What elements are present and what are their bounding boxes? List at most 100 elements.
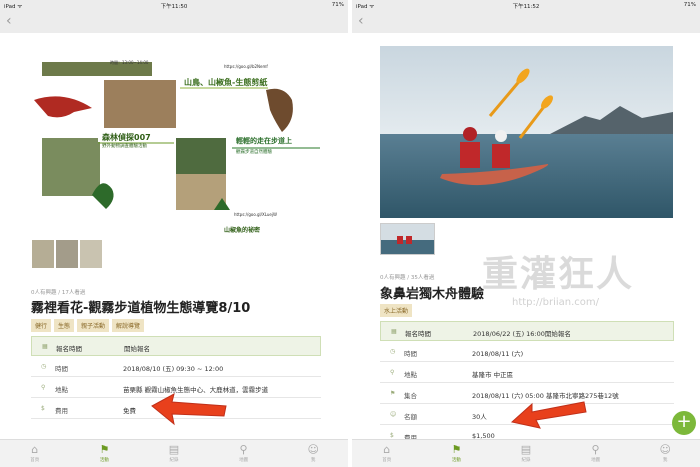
tab-label: 紀錄 — [169, 458, 179, 463]
info-key: 集合 — [404, 392, 417, 400]
tag-list: 水上活動 — [380, 304, 413, 317]
watermark-text: 重灌狂人 — [482, 254, 635, 295]
map-pin-icon: ⚲ — [239, 443, 248, 456]
tab-events[interactable]: ⚑ 活動 — [436, 440, 476, 467]
clock-icon: ◷ — [41, 363, 47, 370]
tab-me[interactable]: ☺ 我 — [293, 440, 333, 467]
tab-me[interactable]: ☺ 我 — [645, 440, 685, 467]
tag[interactable]: 健行 — [31, 319, 52, 332]
poster-art — [34, 60, 320, 240]
status-bar: iPad ᯤ 下午11:50 71% — [0, 0, 348, 11]
clock: 下午11:52 — [512, 4, 540, 10]
bottom-tab-bar: ⌂ 首頁 ⚑ 活動 ▤ 紀錄 ⚲ 地圖 ☺ 我 — [352, 439, 700, 467]
tab-label: 我 — [662, 458, 668, 463]
info-key: 報名時間 — [405, 330, 431, 338]
tag-list: 健行 生態 親子活動 解說導覽 — [31, 319, 145, 332]
calendar-icon: ▦ — [391, 328, 397, 335]
poster-time-text: 時間：13:00~14:00 — [110, 60, 149, 65]
map-pin-icon: ⚲ — [591, 443, 600, 456]
event-card: 時間：13:00~14:00 山鳥、山椒魚-生態剪紙 https://goo.g… — [0, 33, 348, 439]
tab-records[interactable]: ▤ 紀錄 — [154, 440, 194, 467]
poster-heading-3: 輕輕的走在步道上 — [236, 137, 292, 145]
view-count: 0人有興趣 / 35人看過 — [380, 275, 435, 281]
left-screen: iPad ᯤ 下午11:50 71% ‹ 時間：13:00~14:00 山鳥、山… — [0, 0, 348, 467]
tab-label: 首頁 — [30, 458, 40, 463]
tab-map[interactable]: ⚲ 地圖 — [224, 440, 264, 467]
thumbnail-3[interactable] — [80, 240, 102, 268]
right-screen: iPad ᯤ 下午11:52 71% ‹ 0人有興趣 / 35人看過 象鼻岩獨木… — [352, 0, 700, 467]
tab-home[interactable]: ⌂ 首頁 — [15, 440, 55, 467]
dollar-icon: $ — [390, 432, 394, 439]
notes-icon: ▤ — [168, 443, 180, 456]
tab-label: 紀錄 — [521, 458, 531, 463]
tag[interactable]: 水上活動 — [380, 304, 413, 317]
poster-subheading-3: 觀霧步道自然體驗 — [236, 150, 272, 155]
back-chevron-icon[interactable]: ‹ — [6, 13, 12, 29]
tab-label: 地圖 — [591, 458, 601, 463]
info-row-time: ◷ 時間 2018/08/11 (六) — [380, 342, 674, 362]
flag-icon: ⚑ — [390, 390, 396, 397]
poster-link-1: https://goo.gl/b2Nemf — [224, 64, 268, 69]
info-key: 時間 — [404, 350, 417, 358]
tab-label: 活動 — [451, 458, 461, 463]
info-row-time: ◷ 時間 2018/08/10 (五) 09:30 ~ 12:00 — [31, 357, 321, 377]
info-row-registration: ▦ 報名時間 開始報名 — [31, 336, 321, 356]
nav-bar: ‹ — [352, 11, 700, 33]
home-icon: ⌂ — [31, 443, 39, 456]
people-icon: ☺ — [390, 411, 397, 418]
tag[interactable]: 生態 — [54, 319, 75, 332]
add-button[interactable]: + — [672, 411, 696, 435]
annotation-arrow — [151, 393, 227, 426]
event-title: 象鼻岩獨木舟體驗 — [380, 287, 485, 302]
event-poster[interactable]: 時間：13:00~14:00 山鳥、山椒魚-生態剪紙 https://goo.g… — [34, 60, 320, 240]
tab-events[interactable]: ⚑ 活動 — [84, 440, 124, 467]
info-value: 開始報名 — [124, 345, 150, 353]
event-card: 0人有興趣 / 35人看過 象鼻岩獨木舟體驗 水上活動 ▦ 報名時間 2018/… — [352, 33, 700, 446]
battery-label: 71% — [331, 2, 344, 8]
back-chevron-icon[interactable]: ‹ — [358, 13, 364, 29]
info-key: 費用 — [55, 407, 68, 415]
thumbnail-1[interactable] — [32, 240, 54, 268]
poster-heading-2: 森林偵探007 — [102, 133, 151, 142]
tab-label: 首頁 — [382, 458, 392, 463]
info-key: 地點 — [55, 386, 68, 394]
kayak-photo — [380, 46, 673, 218]
info-value[interactable]: 基隆市 中正區 — [472, 369, 513, 379]
kayak-thumbnail — [381, 224, 434, 254]
tag[interactable]: 親子活動 — [77, 319, 110, 332]
image-thumbnails — [32, 240, 102, 268]
info-row-registration: ▦ 報名時間 2018/06/22 (五) 16:00開始報名 — [380, 321, 674, 341]
map-pin-icon: ⚲ — [41, 384, 46, 391]
watermark-url: http://briian.com/ — [512, 297, 600, 308]
home-icon: ⌂ — [383, 443, 391, 456]
nav-bar: ‹ — [0, 11, 348, 33]
dollar-icon: $ — [41, 405, 45, 412]
thumbnail-1[interactable] — [380, 223, 435, 255]
info-row-location: ⚲ 地點 基隆市 中正區 — [380, 363, 674, 383]
thumbnail-2[interactable] — [56, 240, 78, 268]
notes-icon: ▤ — [520, 443, 532, 456]
person-icon: ☺ — [307, 443, 319, 456]
annotation-arrow — [510, 401, 587, 429]
event-title: 霧裡看花-觀霧步道植物生態導覽8/10 — [31, 301, 251, 316]
info-value: 2018/08/10 (五) 09:30 ~ 12:00 — [123, 365, 224, 373]
tab-home[interactable]: ⌂ 首頁 — [367, 440, 407, 467]
tab-label: 地圖 — [239, 458, 249, 463]
info-value: 30人 — [472, 413, 487, 421]
flag-icon: ⚑ — [451, 443, 462, 456]
info-key: 報名時間 — [56, 345, 82, 353]
view-count: 0人有興趣 / 17人看過 — [31, 290, 86, 296]
poster-subheading-2: 野外動物調查體驗活動 — [102, 144, 147, 149]
tag[interactable]: 解說導覽 — [112, 319, 145, 332]
tab-map[interactable]: ⚲ 地圖 — [576, 440, 616, 467]
watermark: 重灌狂人 http://briian.com/ — [482, 245, 692, 320]
event-photo[interactable] — [380, 46, 673, 218]
info-key: 時間 — [55, 365, 68, 373]
poster-link-2: https://goo.gl/XLuejW — [234, 212, 277, 217]
poster-heading-1: 山鳥、山椒魚-生態剪紙 — [184, 78, 268, 87]
clock-icon: ◷ — [390, 348, 396, 355]
battery-label: 71% — [683, 2, 696, 8]
info-value: 免費 — [123, 407, 136, 415]
tab-records[interactable]: ▤ 紀錄 — [506, 440, 546, 467]
tab-label: 我 — [310, 458, 316, 463]
